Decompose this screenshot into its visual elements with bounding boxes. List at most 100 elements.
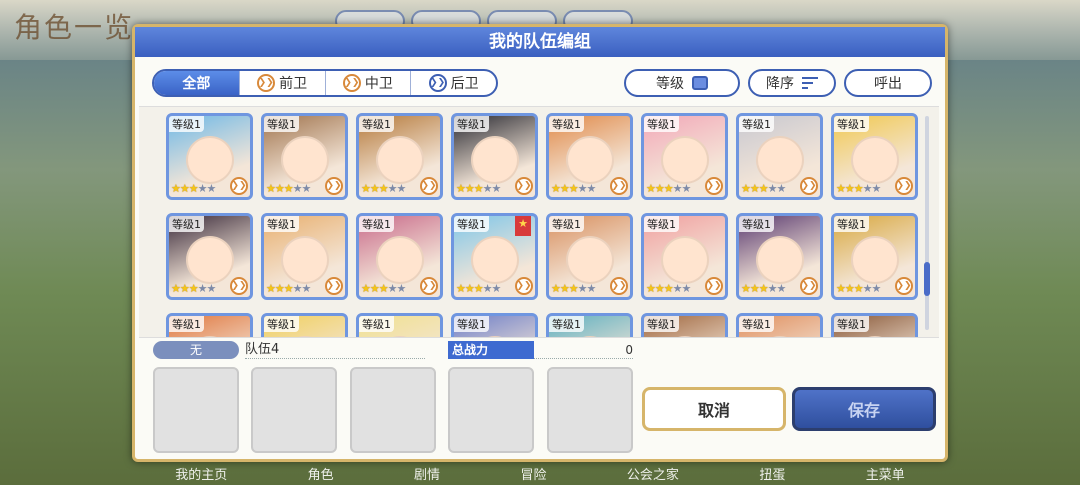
character-portrait — [660, 135, 709, 184]
star-icon: ★ — [853, 282, 864, 295]
character-card[interactable]: 等级1★★★★★❯❯ — [356, 113, 443, 200]
character-level: 等级1 — [644, 316, 679, 332]
star-rating: ★★★★★ — [361, 282, 406, 295]
character-card[interactable]: 等级1★★★★★❯❯ — [546, 213, 633, 300]
star-icon: ★ — [577, 282, 588, 295]
cancel-button[interactable]: 取消 — [642, 387, 786, 431]
nil-tag: 无 — [153, 341, 239, 359]
character-portrait — [470, 335, 519, 337]
star-icon: ★ — [672, 282, 683, 295]
character-level: 等级1 — [454, 116, 489, 132]
character-portrait — [280, 135, 329, 184]
summon-button[interactable]: 呼出 — [844, 69, 932, 97]
party-slot[interactable] — [350, 367, 436, 453]
character-card[interactable]: 等级1★★★★★❯❯ — [831, 113, 918, 200]
character-card[interactable]: 等级1 ★★★★★ ❯❯ ★ — [451, 213, 538, 300]
character-level: 等级1 — [264, 216, 299, 232]
background-nav-item: 公会之家 — [626, 468, 679, 483]
party-slot[interactable] — [153, 367, 239, 453]
character-portrait — [185, 135, 234, 184]
character-level: 等级1 — [834, 116, 869, 132]
character-portrait — [280, 335, 329, 337]
star-icon: ★ — [767, 182, 778, 195]
character-card[interactable]: 等级1★★★★★❯❯ — [641, 213, 728, 300]
character-card[interactable]: 等级1★★★★★❯❯ — [356, 213, 443, 300]
filter-tab-vanguard[interactable]: ❯❯ 前卫 — [238, 71, 325, 95]
party-slot[interactable] — [547, 367, 633, 453]
team-name[interactable]: 队伍4 — [245, 341, 425, 359]
star-icon: ★ — [292, 182, 303, 195]
star-icon: ★ — [577, 182, 588, 195]
position-arrows-icon: ❯❯ — [230, 277, 248, 295]
character-card[interactable]: 等级1★★★★★❯❯ — [261, 113, 348, 200]
star-icon: ★ — [491, 182, 502, 195]
character-card[interactable]: 等级1★★★★★❯❯ — [166, 213, 253, 300]
star-icon: ★ — [378, 182, 389, 195]
character-portrait — [375, 135, 424, 184]
filter-tab-all[interactable]: 全部 — [154, 71, 239, 95]
character-grid: 等级1 ★★★★★ ❯❯ 等级1 ★★★★★ ❯❯ 等级1 ★★★★★ ❯❯ 等级1 ★★★★★ ❯❯… — [166, 113, 918, 337]
star-icon: ★ — [464, 182, 475, 195]
character-level: 等级1 — [454, 216, 489, 232]
star-icon: ★ — [197, 282, 208, 295]
star-icon: ★ — [672, 182, 683, 195]
position-arrows-icon: ❯❯ — [420, 277, 438, 295]
character-card[interactable]: 等级1★★★★★❯❯ — [641, 113, 728, 200]
star-rating: ★★★★★ — [361, 182, 407, 195]
character-card[interactable]: 等级1★★★★★❯❯ — [451, 313, 538, 337]
character-card[interactable]: 等级1★★★★★❯❯ — [451, 113, 538, 200]
character-card[interactable]: 等级1★★★★★❯❯ — [356, 313, 443, 337]
star-icon: ★ — [179, 182, 190, 195]
character-card[interactable]: 等级1★★★★★❯❯ — [166, 313, 253, 337]
character-portrait — [280, 235, 329, 284]
character-portrait — [470, 235, 519, 284]
party-slot[interactable] — [448, 367, 534, 453]
sort-field-label: 等级 — [656, 76, 684, 92]
character-card[interactable]: 等级1★★★★★❯❯ — [736, 313, 823, 337]
sort-order-button[interactable]: 降序 — [748, 69, 836, 97]
star-icon: ★ — [681, 282, 692, 295]
star-icon: ★ — [301, 182, 312, 195]
character-card[interactable]: 等级1★★★★★❯❯ — [166, 113, 253, 200]
filter-tab-midguard[interactable]: ❯❯ 中卫 — [324, 71, 411, 95]
star-icon: ★ — [206, 282, 217, 295]
star-icon: ★ — [663, 282, 674, 295]
roster-scrollbar[interactable] — [925, 116, 929, 330]
roster-scroll-thumb[interactable] — [924, 262, 930, 296]
star-icon: ★ — [853, 182, 864, 195]
character-portrait — [755, 335, 804, 337]
character-card[interactable]: 等级1★★★★★❯❯ — [736, 213, 823, 300]
star-icon: ★ — [749, 282, 760, 295]
sort-field-button[interactable]: 等级 — [624, 69, 740, 97]
character-card[interactable]: 等级1★★★★★❯❯ — [546, 113, 633, 200]
character-level: 等级1 — [834, 316, 869, 332]
character-card[interactable]: 等级1★★★★★❯❯ — [641, 313, 728, 337]
star-icon: ★ — [491, 282, 502, 295]
star-icon: ★ — [568, 182, 579, 195]
star-icon: ★ — [776, 182, 787, 195]
character-card[interactable]: 等级1★★★★★❯❯ — [736, 113, 823, 200]
star-rating: ★★★★★ — [646, 182, 691, 195]
character-card[interactable]: 等级1★★★★★❯❯ — [831, 213, 918, 300]
star-icon: ★ — [396, 182, 407, 195]
filter-tab-label: 中卫 — [364, 76, 393, 92]
star-rating: ★★★★★ — [456, 182, 502, 195]
background-nav-item: 扭蛋 — [759, 468, 786, 483]
save-button[interactable]: 保存 — [792, 387, 936, 431]
character-card[interactable]: 等级1★★★★★❯❯ — [546, 313, 633, 337]
star-icon: ★ — [473, 282, 484, 295]
character-card[interactable]: 等级1★★★★★❯❯ — [261, 213, 348, 300]
character-card[interactable]: 等级1★★★★★❯❯ — [831, 313, 918, 337]
filter-tab-label: 前卫 — [279, 76, 308, 92]
character-portrait — [375, 335, 424, 337]
star-icon: ★ — [862, 282, 873, 295]
character-portrait — [660, 235, 709, 284]
star-icon: ★ — [741, 182, 751, 195]
position-arrows-icon: ❯❯ — [428, 74, 447, 92]
character-card[interactable]: 等级1★★★★★❯❯ — [261, 313, 348, 337]
character-portrait — [375, 235, 424, 284]
character-level: 等级1 — [264, 316, 299, 332]
party-slot[interactable] — [251, 367, 337, 453]
star-icon: ★ — [378, 282, 389, 295]
filter-tab-rearguard[interactable]: ❯❯ 后卫 — [410, 71, 496, 95]
